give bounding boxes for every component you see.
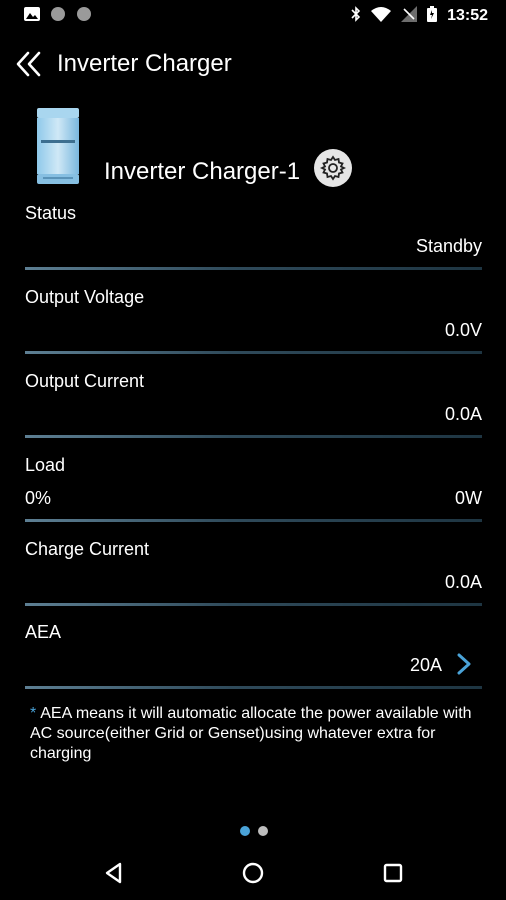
aea-note: * AEA means it will automatic allocate th… — [30, 704, 490, 764]
back-button[interactable] — [14, 49, 44, 79]
note-text: AEA means it will automatic allocate the… — [30, 705, 472, 762]
charge-current-row: Charge Current 0.0A — [25, 539, 482, 609]
note-asterisk: * — [30, 705, 37, 722]
charge-current-value: 0.0A — [444, 572, 482, 592]
aea-row[interactable]: AEA 20A — [25, 622, 482, 692]
aea-value: 20A — [409, 655, 442, 675]
load-label: Load — [25, 455, 66, 475]
app-bar: Inverter Charger — [0, 40, 506, 88]
load-percent-value: 0% — [25, 488, 52, 508]
output-voltage-row: Output Voltage 0.0V — [25, 287, 482, 357]
page-indicator — [240, 826, 268, 836]
load-power-value: 0W — [455, 488, 482, 508]
status-time: 13:52 — [447, 7, 488, 24]
circle-home-icon — [242, 862, 264, 884]
output-voltage-value: 0.0V — [444, 320, 482, 340]
status-value: Standby — [415, 236, 482, 256]
circle-icon — [76, 6, 92, 27]
gear-icon — [320, 155, 346, 181]
divider — [25, 686, 482, 689]
aea-label: AEA — [25, 622, 62, 642]
triangle-back-icon — [105, 862, 122, 884]
output-current-value: 0.0A — [444, 404, 482, 424]
status-row: Status Standby — [25, 203, 482, 273]
page-dot[interactable] — [258, 826, 268, 836]
divider — [25, 435, 482, 438]
wifi-icon — [371, 6, 392, 27]
output-voltage-label: Output Voltage — [25, 287, 145, 307]
load-row: Load 0% 0W — [25, 455, 482, 525]
chevron-right-icon[interactable] — [456, 653, 472, 675]
device-settings-button[interactable] — [314, 149, 352, 187]
inverter-device-image — [35, 106, 81, 186]
divider — [25, 519, 482, 522]
image-icon — [24, 6, 40, 26]
status-label: Status — [25, 203, 77, 223]
nav-home-button[interactable] — [240, 860, 266, 886]
bluetooth-icon — [351, 5, 361, 27]
double-chevron-left-icon — [16, 51, 41, 77]
screen: 13:52 Inverter Charger Inverter Charger-… — [0, 0, 506, 900]
output-current-label: Output Current — [25, 371, 145, 391]
nav-back-button[interactable] — [101, 860, 127, 886]
divider — [25, 603, 482, 606]
status-bar: 13:52 — [0, 0, 506, 32]
page-title: Inverter Charger — [57, 50, 232, 77]
output-current-row: Output Current 0.0A — [25, 371, 482, 441]
nav-recents-button[interactable] — [380, 860, 406, 886]
square-recents-icon — [383, 863, 403, 883]
circle-icon — [50, 6, 66, 27]
divider — [25, 267, 482, 270]
system-nav-bar — [0, 848, 506, 900]
page-dot-active[interactable] — [240, 826, 250, 836]
device-name: Inverter Charger-1 — [104, 158, 301, 185]
divider — [25, 351, 482, 354]
no-signal-icon — [401, 5, 418, 27]
charge-current-label: Charge Current — [25, 539, 150, 559]
battery-icon — [427, 5, 438, 27]
